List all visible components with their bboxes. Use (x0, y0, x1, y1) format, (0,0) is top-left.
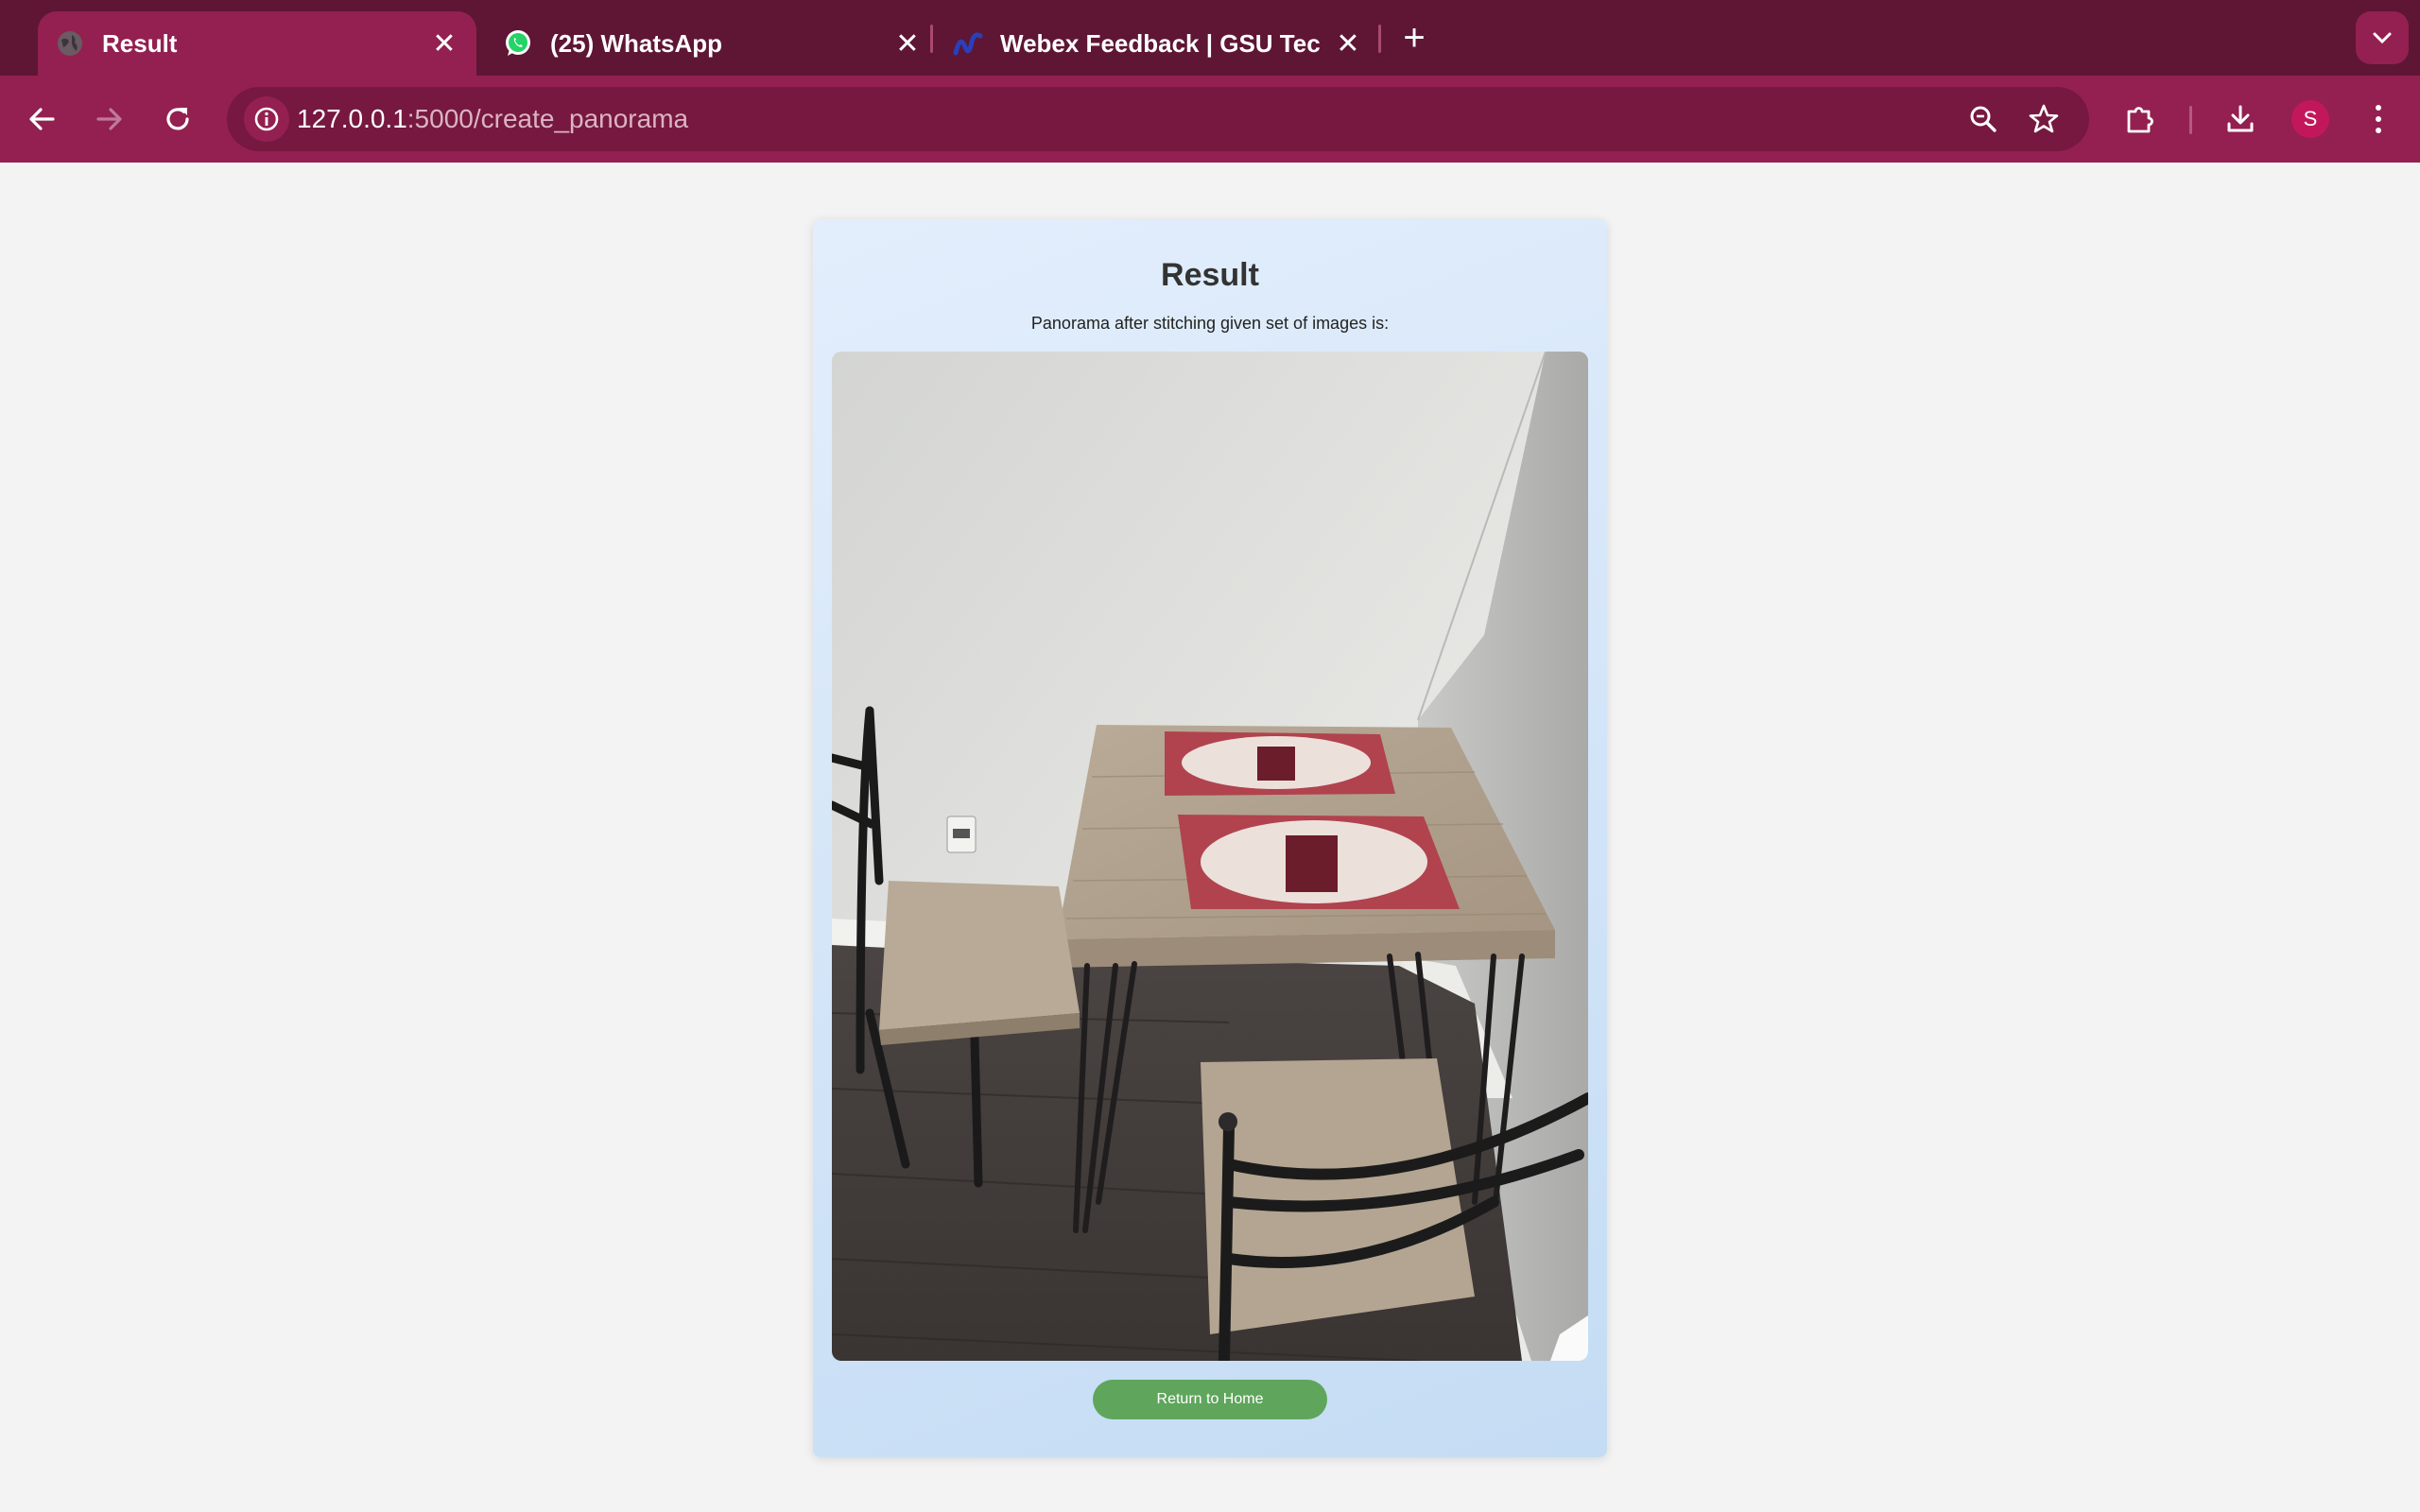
webex-icon (953, 28, 983, 59)
tab-title: (25) WhatsApp (550, 28, 722, 58)
close-tab-icon[interactable]: ✕ (425, 25, 463, 62)
new-tab-button[interactable]: + (1393, 17, 1435, 59)
downloads-button[interactable] (2214, 93, 2267, 146)
page-subtitle: Panorama after stitching given set of im… (1030, 314, 1390, 333)
forward-button[interactable] (83, 93, 136, 146)
bookmark-star-icon[interactable] (2021, 96, 2066, 142)
arrow-left-icon (29, 108, 55, 130)
result-card: Result Panorama after stitching given se… (813, 219, 1607, 1457)
url-host: 127.0.0.1 (297, 104, 407, 133)
close-tab-icon[interactable]: ✕ (1329, 25, 1367, 62)
tab-title: Webex Feedback | GSU Tech (1000, 28, 1322, 58)
browser-toolbar: 127.0.0.1:5000/create_panorama S (0, 76, 2420, 163)
tab-title: Result (102, 28, 178, 58)
reload-button[interactable] (151, 93, 204, 146)
tab-search-button[interactable] (2356, 11, 2409, 64)
globe-icon (55, 28, 85, 59)
arrow-right-icon (96, 108, 122, 130)
panorama-image (832, 352, 1588, 1361)
tab-whatsapp[interactable]: (25) WhatsApp ✕ (492, 11, 926, 76)
address-bar[interactable]: 127.0.0.1:5000/create_panorama (227, 87, 2089, 151)
page-title: Result (1161, 257, 1259, 293)
reload-icon (166, 108, 189, 130)
profile-avatar[interactable]: S (2291, 100, 2329, 138)
back-button[interactable] (15, 93, 68, 146)
zoom-icon[interactable] (1961, 96, 2006, 142)
chevron-down-icon (2373, 32, 2392, 44)
puzzle-icon (2127, 107, 2153, 133)
download-icon (2227, 105, 2254, 132)
site-info-icon[interactable] (244, 96, 289, 142)
toolbar-separator (2189, 106, 2192, 134)
tab-separator (930, 25, 933, 53)
return-home-button[interactable]: Return to Home (1093, 1380, 1327, 1419)
extensions-button[interactable] (2114, 93, 2167, 146)
close-tab-icon[interactable]: ✕ (889, 25, 926, 62)
whatsapp-icon (503, 28, 533, 59)
url-text[interactable]: 127.0.0.1:5000/create_panorama (297, 104, 688, 134)
tab-separator (1378, 25, 1381, 53)
url-path: :5000/create_panorama (406, 104, 689, 133)
tab-webex[interactable]: Webex Feedback | GSU Tech ✕ (942, 11, 1367, 76)
more-vertical-icon (2376, 105, 2381, 133)
tab-strip: Result ✕ (25) WhatsApp ✕ Webex Feedback … (0, 0, 2420, 76)
tab-result[interactable]: Result ✕ (38, 11, 476, 76)
browser-menu-button[interactable] (2352, 93, 2405, 146)
